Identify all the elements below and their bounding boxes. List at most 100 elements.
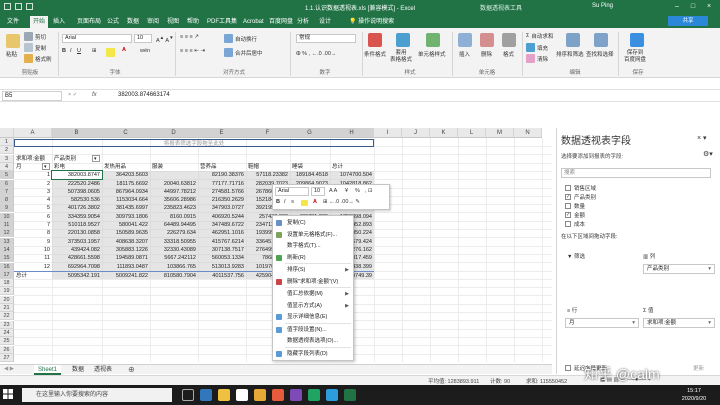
row-header-12[interactable]: 12 xyxy=(0,229,14,238)
context-menu-item[interactable]: 排序(S) ▶ xyxy=(273,265,353,275)
tab-12[interactable]: 分析 xyxy=(294,16,312,28)
app-icon[interactable] xyxy=(254,389,266,401)
pivot-value-cell[interactable]: 57118.23382 xyxy=(246,171,290,179)
sort-filter-icon[interactable] xyxy=(566,33,580,47)
column-header-C[interactable]: C xyxy=(102,128,150,138)
row-header-9[interactable]: 9 xyxy=(0,204,14,213)
pivot-row-label[interactable]: 5 xyxy=(14,204,52,212)
context-menu-item[interactable]: 隐藏字段列表(D) xyxy=(273,349,353,359)
row-field-chip[interactable]: 月 ▾ xyxy=(565,318,639,328)
sort-filter-button[interactable]: 排序和筛选 xyxy=(556,50,584,58)
row-header-16[interactable]: 16 xyxy=(0,262,14,271)
fill-color-icon[interactable] xyxy=(106,48,115,57)
align-left-icon[interactable]: ≡ ≡ ≡ ⇤ ⇥ xyxy=(180,48,205,54)
pivot-row-label[interactable]: 3 xyxy=(14,188,52,196)
pivot-value-cell[interactable]: 32330.43089 xyxy=(150,246,198,254)
pivot-column-header[interactable]: 发热用品 xyxy=(102,163,150,171)
column-header-H[interactable]: H xyxy=(330,128,374,138)
grow-font-icon[interactable]: A▲ A▼ xyxy=(156,35,174,44)
mini-font-color-icon[interactable]: A xyxy=(313,199,317,205)
format-cells-icon[interactable] xyxy=(502,33,516,47)
pivot-value-cell[interactable]: 1153034.664 xyxy=(102,196,150,204)
underline-icon[interactable]: U xyxy=(77,48,81,54)
pivot-value-cell[interactable]: 1074700.504 xyxy=(330,171,374,179)
context-menu-item[interactable]: 刷新(R) xyxy=(273,253,353,263)
sheet-tab-1[interactable]: 数据 xyxy=(68,365,88,375)
pivot-value-cell[interactable]: 867964.0934 xyxy=(102,188,150,196)
pivot-row-label[interactable]: 1 xyxy=(14,171,52,179)
clear-button[interactable]: 清除 xyxy=(526,54,548,63)
row-header-27[interactable]: 27 xyxy=(0,353,14,362)
context-menu-item[interactable]: 值字段设置(N)... xyxy=(273,325,353,335)
context-menu-item[interactable]: 删除"求和项:金额"(V) xyxy=(273,277,353,287)
row-header-10[interactable]: 10 xyxy=(0,212,14,221)
pivot-value-cell[interactable]: 580041.422 xyxy=(102,221,150,229)
align-top-icon[interactable]: ≡ ≡ ≡ ↗ xyxy=(180,34,199,40)
pivot-value-cell[interactable]: 582530.536 xyxy=(52,196,102,204)
column-header-F[interactable]: F xyxy=(246,128,290,138)
pivot-value-cell[interactable]: 507398.0605 xyxy=(52,188,102,196)
pivot-value-cell[interactable] xyxy=(150,171,198,179)
sheet-tab-2[interactable]: 透视表 xyxy=(90,365,116,375)
row-header-11[interactable]: 11 xyxy=(0,221,14,229)
column-header-L[interactable]: L xyxy=(458,128,486,138)
pivot-value-cell[interactable]: 181175.6692 xyxy=(102,180,150,188)
value-field-chip[interactable]: 求和项:金额 ▾ xyxy=(643,318,715,328)
pivot-value-cell[interactable]: 810580.7904 xyxy=(150,270,198,279)
tab-8[interactable]: 帮助 xyxy=(184,16,202,28)
mini-fill-icon[interactable] xyxy=(301,200,308,206)
row-header-15[interactable]: 15 xyxy=(0,254,14,263)
mini-comma-icon[interactable]: , ⊡ xyxy=(365,188,373,194)
row-header-6[interactable]: 6 xyxy=(0,179,14,188)
pivot-value-cell[interactable]: 428661.5598 xyxy=(52,254,102,262)
pivot-value-cell[interactable]: 44997.78212 xyxy=(150,188,198,196)
tab-11[interactable]: 百度网盘 xyxy=(266,16,296,28)
field-search-input[interactable]: 搜索 xyxy=(561,168,711,178)
pivot-value-cell[interactable]: 364203.5603 xyxy=(102,171,150,179)
font-name-select[interactable]: Arial xyxy=(62,34,132,43)
pivot-value-cell[interactable]: 222520.2486 xyxy=(52,180,102,188)
pivot-row-label[interactable]: 2 xyxy=(14,180,52,188)
format-painter-button[interactable]: 格式刷 xyxy=(24,54,52,63)
pivot-value-cell[interactable]: 373503.1957 xyxy=(52,238,102,246)
row-header-3[interactable]: 3 xyxy=(0,154,14,163)
edge-icon[interactable] xyxy=(200,389,212,401)
row-header-17[interactable]: 17 xyxy=(0,270,14,279)
pivot-sum-label[interactable]: 求和项:金额 xyxy=(14,155,52,163)
conditional-format-button[interactable]: 条件格式 xyxy=(364,50,386,58)
insert-cells-button[interactable]: 插入 xyxy=(459,50,470,58)
taskbar-search-input[interactable]: 在这里输入你要搜索的内容 xyxy=(22,388,172,402)
fx-icon[interactable]: fx xyxy=(92,92,97,98)
pivot-row-label[interactable]: 10 xyxy=(14,246,52,254)
context-menu-item[interactable]: 设置单元格格式(F)... xyxy=(273,230,353,240)
context-menu-item[interactable]: 显示详细信息(E) xyxy=(273,312,353,322)
row-header-7[interactable]: 7 xyxy=(0,187,14,196)
row-header-4[interactable]: 4 xyxy=(0,162,14,171)
pivot-value-cell[interactable]: 111893.0487 xyxy=(102,263,150,271)
column-header-E[interactable]: E xyxy=(198,128,246,138)
fill-button[interactable]: 填充 xyxy=(526,43,548,52)
delete-cells-button[interactable]: 删除 xyxy=(481,50,492,58)
pivot-value-cell[interactable]: 235823.4623 xyxy=(150,204,198,212)
context-menu-item[interactable]: 数据透视表选项(O)... xyxy=(273,336,353,346)
pivot-value-cell[interactable]: 82190.38376 xyxy=(198,171,246,179)
pivot-column-header[interactable]: 鞋帽 xyxy=(246,163,290,171)
context-menu-item[interactable]: 值汇总依据(M) ▶ xyxy=(273,289,353,299)
pivot-value-cell[interactable]: 8160.0915 xyxy=(150,213,198,221)
explorer-icon[interactable] xyxy=(218,389,230,401)
mini-percent-icon[interactable]: % xyxy=(355,188,360,194)
bold-icon[interactable]: B xyxy=(62,48,66,54)
mini-grow-font-icon[interactable]: A A xyxy=(329,188,337,194)
conditional-format-icon[interactable] xyxy=(368,33,382,47)
field-checkbox-item[interactable]: 数量 xyxy=(565,202,585,210)
row-header-21[interactable]: 21 xyxy=(0,304,14,312)
cell-styles-icon[interactable] xyxy=(426,33,440,47)
pane-settings-icon[interactable]: ⚙▾ xyxy=(703,150,713,158)
copy-button[interactable]: 复制 xyxy=(24,43,46,52)
font-size-select[interactable]: 10 xyxy=(134,34,152,43)
context-menu-item[interactable]: 复制(C) xyxy=(273,218,353,228)
windows-start-icon[interactable] xyxy=(3,389,13,399)
cell-styles-button[interactable]: 单元格样式 xyxy=(418,50,446,58)
cancel-icon[interactable]: × ✓ xyxy=(68,92,77,98)
mini-italic-icon[interactable]: I xyxy=(284,199,286,205)
